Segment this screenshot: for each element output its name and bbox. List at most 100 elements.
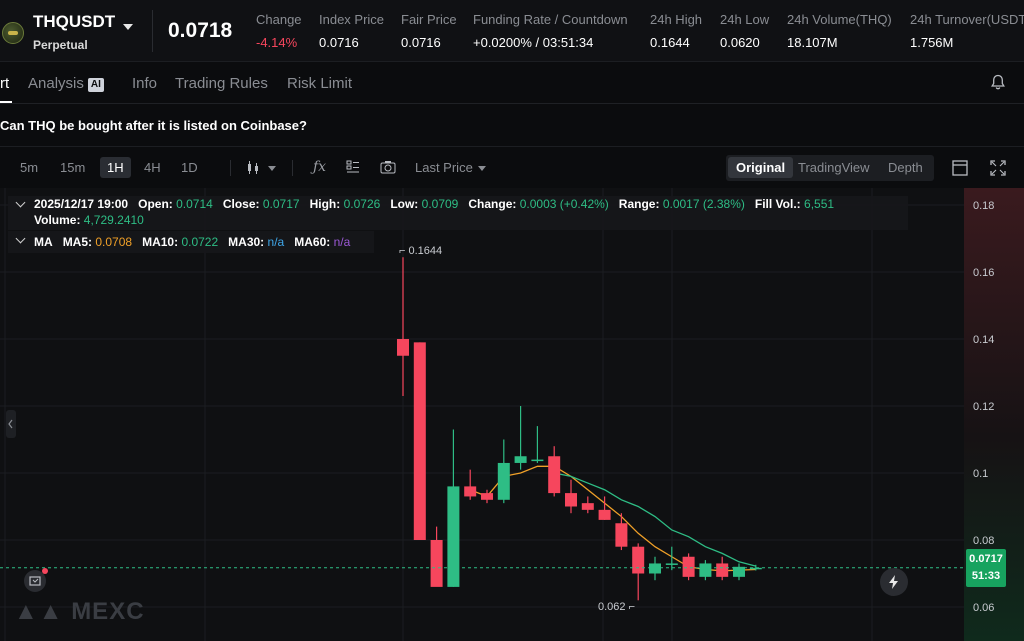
candlestick-chart[interactable]: 0.18 0.16 0.14 0.12 0.1 0.08 0.06 [0, 188, 1024, 641]
candle[interactable] [497, 439, 510, 504]
symbol-name[interactable]: THQUSDT [33, 12, 115, 32]
toolbar-divider [292, 160, 293, 176]
candle-body [581, 503, 594, 510]
candle[interactable] [716, 556, 729, 581]
quick-trade-button[interactable] [880, 568, 908, 596]
legend-collapse-chevron-icon[interactable] [15, 197, 26, 208]
candle-type-chevron-icon[interactable] [268, 166, 276, 171]
candle[interactable] [615, 513, 628, 551]
candle-body [733, 566, 745, 577]
stat-label: Change [256, 12, 302, 27]
symbol-dropdown-chevron-icon[interactable] [123, 24, 133, 30]
legend-range-label: Range: [618, 197, 660, 211]
view-original[interactable]: Original [728, 157, 794, 178]
timeframe-1h[interactable]: 1H [100, 157, 131, 178]
candle-body [699, 563, 712, 577]
candle-body [598, 509, 611, 520]
candle-body [632, 546, 645, 574]
stat-label: 24h High [650, 12, 703, 27]
legend-low-label: Low: [390, 197, 419, 211]
stat-label: Fair Price [401, 12, 457, 27]
current-price-tag: 0.0717 51:33 [966, 549, 1006, 587]
indicator-fx-icon[interactable]: ƒx [313, 159, 326, 175]
view-depth[interactable]: Depth [888, 160, 923, 175]
ma-collapse-chevron-icon[interactable] [15, 233, 26, 244]
candle-body [716, 563, 729, 577]
candle[interactable] [581, 496, 594, 514]
candle[interactable] [699, 560, 712, 581]
candle[interactable] [413, 342, 426, 540]
candle-body [514, 456, 527, 463]
watermark-text: MEXC [71, 598, 145, 625]
legend-volume-label: Volume: [34, 213, 81, 227]
candle-body [615, 523, 628, 547]
legend-range: 0.0017 (2.38%) [662, 197, 745, 211]
panel-layout-icon[interactable] [952, 160, 968, 176]
tab-trading-rules[interactable]: Trading Rules [175, 75, 268, 92]
timeframe-15m[interactable]: 15m [60, 160, 85, 175]
candle[interactable] [514, 406, 527, 470]
price-axis-tick: 0.06 [973, 602, 994, 614]
tab-chart[interactable]: rt [0, 75, 9, 92]
candle[interactable] [665, 546, 678, 571]
candle[interactable] [733, 563, 745, 581]
detail-tabs: rt Analysis AI Info Trading Rules Risk Li… [0, 62, 1024, 104]
tab-analysis[interactable]: Analysis AI [28, 75, 104, 92]
candle[interactable] [447, 429, 460, 587]
tab-risk-limit[interactable]: Risk Limit [287, 75, 352, 92]
candle[interactable] [632, 543, 645, 601]
stat-24h-turnover: 24h Turnover(USDT 1.756M [910, 12, 1024, 50]
ai-badge-icon: AI [87, 78, 104, 92]
tab-info[interactable]: Info [132, 75, 157, 92]
legend-ma30-label: MA30: [228, 235, 265, 249]
stat-fair-price: Fair Price 0.0716 [401, 12, 457, 50]
chart-canvas[interactable]: 0.18 0.16 0.14 0.12 0.1 0.08 0.06 [0, 188, 1024, 641]
candle-body [649, 563, 661, 574]
candle-type-icon[interactable] [246, 160, 260, 176]
price-type-select[interactable]: Last Price [415, 160, 473, 175]
brand-watermark: ▲▲ MEXC [14, 598, 145, 625]
candle[interactable] [531, 426, 544, 463]
candle-body [430, 540, 443, 587]
stat-value: 0.1644 [650, 35, 690, 50]
ohlc-legend: 2025/12/17 19:00 Open: 0.0714 Close: 0.0… [8, 196, 908, 230]
legend-ma60-label: MA60: [294, 235, 331, 249]
candle[interactable] [649, 556, 661, 581]
low-price-marker: 0.062 ⌐ [598, 601, 636, 613]
candle[interactable] [565, 479, 577, 514]
layout-list-icon[interactable] [346, 160, 360, 174]
ohlc-legend-row: 2025/12/17 19:00 Open: 0.0714 Close: 0.0… [34, 197, 834, 211]
candle[interactable] [430, 526, 443, 587]
timeframe-5m[interactable]: 5m [20, 160, 38, 175]
candle[interactable] [682, 553, 695, 581]
view-tradingview[interactable]: TradingView [798, 160, 870, 175]
price-type-chevron-icon[interactable] [478, 166, 486, 171]
current-price-value: 0.0717 [969, 553, 1003, 565]
camera-icon[interactable] [380, 160, 396, 174]
fullscreen-icon[interactable] [990, 160, 1006, 176]
candle-body [682, 556, 695, 577]
market-header: THQUSDT Perpetual 0.0718 Change -4.14% I… [0, 0, 1024, 62]
stat-funding-rate: Funding Rate / Countdown +0.0200% / 03:5… [473, 12, 628, 50]
moving-average-lines [469, 465, 756, 572]
coin-logo-icon [2, 22, 24, 44]
legend-ma-label: MA [34, 235, 53, 249]
toolbar-divider [230, 160, 231, 176]
stat-value: 0.0716 [401, 35, 441, 50]
legend-change: 0.0003 (+0.42%) [519, 197, 609, 211]
sidebar-collapse-handle[interactable] [6, 410, 16, 438]
candle[interactable] [464, 469, 477, 500]
price-axis-tick: 0.12 [973, 401, 994, 413]
news-question-link[interactable]: Can THQ be bought after it is listed on … [0, 118, 307, 133]
legend-ma60: n/a [333, 235, 351, 249]
price-axis-tick: 0.1 [973, 468, 988, 480]
last-price: 0.0718 [168, 19, 233, 42]
candle[interactable] [397, 257, 409, 396]
candle[interactable] [548, 446, 561, 497]
timeframe-1d[interactable]: 1D [181, 160, 198, 175]
stat-value: +0.0200% / 03:51:34 [473, 35, 594, 50]
ma-legend-row: MA MA5: 0.0708 MA10: 0.0722 MA30: n/a MA… [34, 235, 350, 249]
candle-body [397, 339, 409, 356]
bell-icon[interactable] [991, 74, 1005, 90]
timeframe-4h[interactable]: 4H [144, 160, 161, 175]
